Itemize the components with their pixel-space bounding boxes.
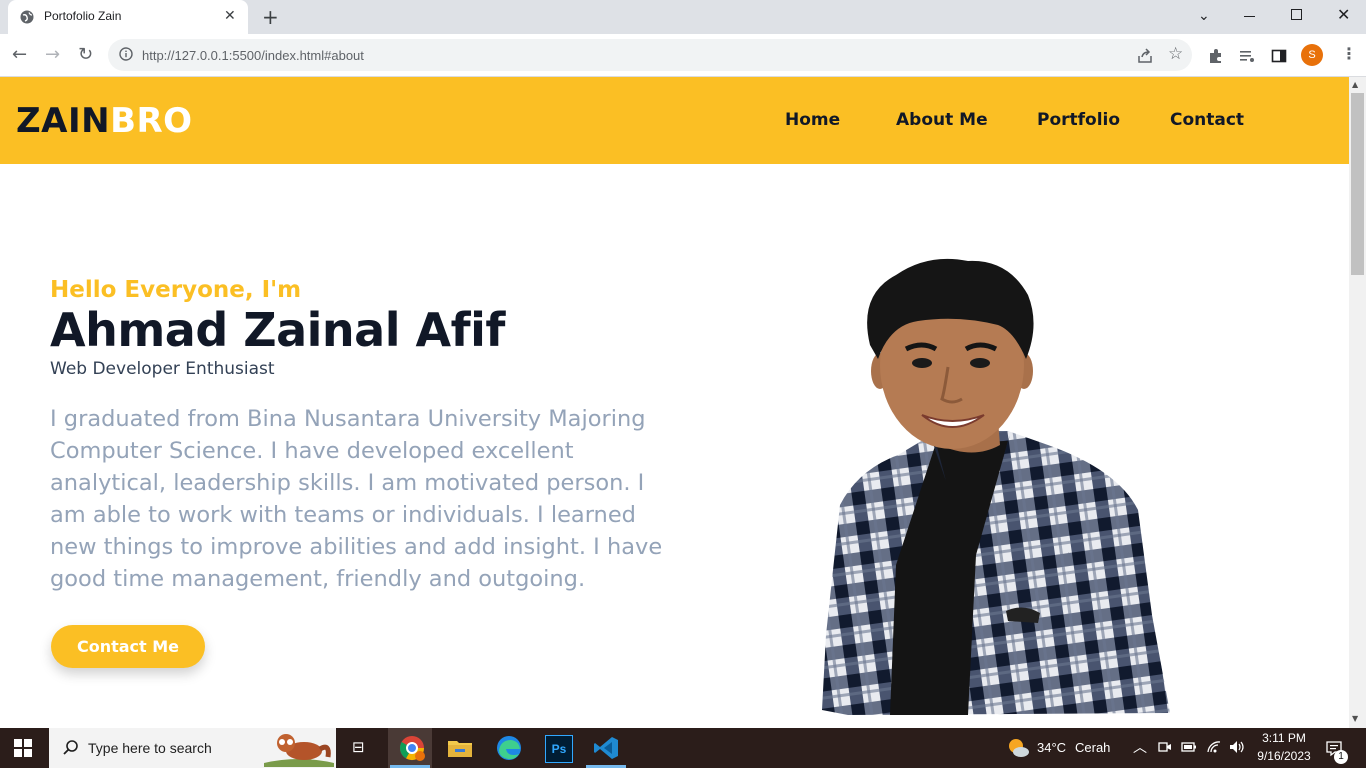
red-panda-search-highlight-icon <box>264 734 334 767</box>
edge-icon[interactable] <box>495 734 523 762</box>
scroll-up-icon[interactable]: ▲ <box>1352 80 1358 89</box>
reading-list-icon[interactable] <box>1238 47 1256 65</box>
nav-contact[interactable]: Contact <box>1170 110 1244 130</box>
bookmark-star-icon[interactable]: ☆ <box>1168 44 1183 64</box>
logo-part-dark: ZAIN <box>16 101 111 141</box>
site-logo[interactable]: ZAINBRO <box>16 101 193 141</box>
meet-now-icon[interactable] <box>1158 740 1172 754</box>
photoshop-app-icon[interactable]: Ps <box>545 735 573 763</box>
new-tab-icon[interactable]: + <box>262 5 279 29</box>
site-header <box>0 77 1349 164</box>
close-window-icon[interactable]: ✕ <box>1337 5 1350 24</box>
hero-bio: I graduated from Bina Nusantara Universi… <box>50 406 663 592</box>
reload-icon[interactable]: ↻ <box>78 44 93 65</box>
search-icon <box>63 740 78 755</box>
profile-photo <box>822 258 1170 715</box>
contact-me-button[interactable]: Contact Me <box>51 625 205 668</box>
menu-kebab-icon[interactable]: ⋮ <box>1341 44 1357 63</box>
tab-search-icon[interactable]: ⌄ <box>1198 8 1210 24</box>
globe-icon <box>20 10 34 24</box>
share-icon[interactable] <box>1136 47 1154 65</box>
forward-icon[interactable]: → <box>45 44 60 65</box>
scroll-down-icon[interactable]: ▼ <box>1352 714 1358 723</box>
hero-greeting: Hello Everyone, I'm <box>50 277 302 303</box>
windows-start-icon[interactable] <box>14 739 32 757</box>
logo-part-light: BRO <box>110 101 193 141</box>
back-icon[interactable]: ← <box>12 44 27 65</box>
vscode-icon[interactable] <box>592 734 620 762</box>
hero-role: Web Developer Enthusiast <box>50 359 275 379</box>
minimize-icon[interactable] <box>1244 16 1255 17</box>
weather-icon[interactable] <box>1006 737 1030 759</box>
url-text[interactable]: http://127.0.0.1:5500/index.html#about <box>142 48 364 63</box>
nav-portfolio[interactable]: Portfolio <box>1037 110 1120 130</box>
show-hidden-icons-icon[interactable]: ︿ <box>1133 737 1147 757</box>
battery-icon[interactable] <box>1181 740 1197 754</box>
profile-avatar[interactable]: S <box>1301 44 1323 66</box>
clock-date[interactable]: 9/16/2023 <box>1253 749 1315 763</box>
nav-home[interactable]: Home <box>785 110 840 130</box>
clock-time[interactable]: 3:11 PM <box>1259 731 1309 745</box>
side-panel-icon[interactable] <box>1270 47 1288 65</box>
site-info-icon[interactable] <box>119 47 133 61</box>
weather-description[interactable]: Cerah <box>1075 740 1110 755</box>
file-explorer-icon[interactable] <box>446 734 474 762</box>
taskbar-search-placeholder[interactable]: Type here to search <box>88 740 212 756</box>
task-view-icon[interactable]: ⊟ <box>352 738 365 756</box>
restore-icon[interactable] <box>1291 9 1302 20</box>
extensions-icon[interactable] <box>1207 47 1225 65</box>
wifi-icon[interactable] <box>1206 740 1222 754</box>
scrollbar-thumb[interactable] <box>1351 93 1364 275</box>
nav-about-me[interactable]: About Me <box>896 110 988 130</box>
tab-close-icon[interactable]: ✕ <box>224 8 236 24</box>
notification-count-badge: 1 <box>1334 750 1348 764</box>
hero-name: Ahmad Zainal Afif <box>50 303 505 357</box>
volume-icon[interactable] <box>1228 739 1246 755</box>
weather-temperature[interactable]: 34°C <box>1037 740 1066 755</box>
tab-title: Portofolio Zain <box>44 9 122 23</box>
chrome-app-icon[interactable] <box>398 734 426 762</box>
